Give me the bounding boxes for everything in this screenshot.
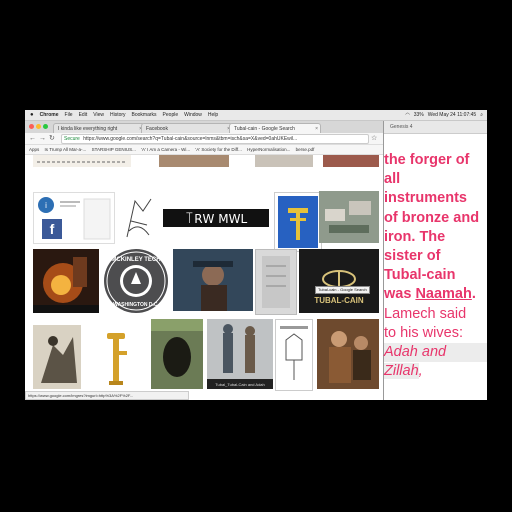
- result-image-warrior-still[interactable]: [173, 249, 253, 311]
- doc-lamech-line-2: to his wives:: [384, 324, 463, 341]
- close-window-button[interactable]: [29, 124, 34, 129]
- battery-level[interactable]: 33%: [414, 112, 424, 118]
- doc-line: the forger of: [384, 152, 470, 168]
- result-image-golden-key[interactable]: [91, 327, 141, 389]
- status-url-bar: https://www.google.com/imgres?imgurl=htt…: [25, 391, 189, 400]
- result-image-blue-box[interactable]: [275, 193, 321, 251]
- star-icon[interactable]: ☆: [371, 134, 377, 143]
- tubal-cain-logo-text: TUBAL-CAIN: [314, 296, 364, 305]
- svg-text:MCKINLEY TECH: MCKINLEY TECH: [111, 257, 160, 263]
- doc-line: Tubal-cain: [384, 267, 456, 284]
- image-results-grid: i f ꓄ꓣꓪ ꓟꓪꓡ MCKINLEY TECH WASHINGTON D.C…: [25, 155, 383, 393]
- tab-1-label: I kinda like everything right: [58, 126, 118, 132]
- back-arrow-icon[interactable]: ←: [29, 134, 36, 143]
- chrome-window: I kinda like everything right× Facebook×…: [25, 121, 384, 400]
- menu-people[interactable]: People: [163, 112, 179, 118]
- doc-lamech-line-1: Lamech said: [384, 305, 467, 322]
- navigation-bar: ← → ↻ Secure https://www.google.com/sear…: [25, 133, 383, 145]
- bookmark-society[interactable]: 'A' Society for the Diff...: [195, 147, 241, 152]
- result-image-stone-tablet[interactable]: [255, 249, 297, 315]
- menu-window[interactable]: Window: [184, 112, 202, 118]
- result-image-forge-top[interactable]: [159, 155, 229, 167]
- document-toolbar-label: Genesis 4: [390, 124, 413, 130]
- apple-icon[interactable]: ●: [30, 112, 34, 118]
- doc-adah: Adah and: [384, 343, 487, 363]
- menu-edit[interactable]: Edit: [79, 112, 88, 118]
- zoom-window-button[interactable]: [43, 124, 48, 129]
- result-image-mckinley-seal[interactable]: MCKINLEY TECH WASHINGTON D.C.: [103, 248, 169, 314]
- window-controls: [29, 124, 50, 129]
- mac-menubar: ● Chrome File Edit View History Bookmark…: [25, 110, 487, 121]
- tab-3-label: Tubal-cain - Google Search: [234, 126, 295, 132]
- bookmark-camera[interactable]: 'A' I Am a Camera - Wi...: [141, 147, 190, 152]
- doc-line: of bronze and: [384, 209, 480, 226]
- reload-icon[interactable]: ↻: [49, 134, 55, 143]
- wifi-icon[interactable]: ◠: [405, 112, 409, 118]
- menubar-status-area: ◠ 33% Wed May 24 11:07:45 ⌕: [401, 110, 483, 120]
- result-image-figures[interactable]: Tubal_Tubal-Cain and Adah: [207, 319, 273, 389]
- menu-help[interactable]: Help: [208, 112, 218, 118]
- menu-file[interactable]: File: [65, 112, 73, 118]
- result-image-engraving[interactable]: [33, 325, 81, 389]
- minimize-window-button[interactable]: [36, 124, 41, 129]
- address-url: https://www.google.com/search?q=Tubal-ca…: [83, 136, 298, 142]
- result-image-manuscript[interactable]: [33, 155, 131, 167]
- doc-line: all: [384, 171, 401, 188]
- document-window: Genesis 4 the forger of all instruments …: [384, 121, 487, 400]
- symbols-text: ꓄ꓣꓪ ꓟꓪꓡ: [185, 212, 248, 226]
- menu-history[interactable]: History: [110, 112, 126, 118]
- doc-line: sister of: [384, 248, 441, 265]
- result-image-painting-top[interactable]: [323, 155, 379, 167]
- address-bar[interactable]: Secure https://www.google.com/search?q=T…: [61, 134, 369, 144]
- document-text[interactable]: the forger of all instruments of bronze …: [384, 151, 487, 381]
- bookmark-hypernormalisation[interactable]: HyperNormalisation...: [247, 147, 290, 152]
- doc-word-was: was: [384, 286, 416, 303]
- result-image-facebook-page[interactable]: i f: [33, 192, 115, 244]
- doc-line: iron. The: [384, 228, 446, 245]
- result-image-sword-top[interactable]: [255, 155, 313, 167]
- bookmark-berse[interactable]: berse.pdf: [296, 147, 315, 152]
- document-toolbar: Genesis 4: [384, 121, 487, 134]
- result-image-aerial-site[interactable]: [319, 191, 379, 243]
- secure-lock-label: Secure: [64, 136, 80, 142]
- result-image-sketch[interactable]: [121, 191, 157, 243]
- bookmark-trump[interactable]: Is Trump All Mar-a-...: [45, 147, 87, 152]
- figures-caption: Tubal_Tubal-Cain and Adah: [215, 382, 265, 387]
- doc-zillah: Zillah: [384, 363, 419, 380]
- tooltip: Tubal-cain - Google Search: [315, 286, 370, 294]
- result-image-forge-painting[interactable]: [33, 249, 99, 313]
- bookmarks-bar: Apps Is Trump All Mar-a-... STARSHIP GEN…: [25, 145, 383, 155]
- bookmark-starship[interactable]: STARSHIP GENIUS...: [92, 147, 136, 152]
- result-image-symbols[interactable]: ꓄ꓣꓪ ꓟꓪꓡ: [163, 207, 269, 229]
- svg-text:i: i: [45, 201, 47, 210]
- svg-text:f: f: [50, 221, 55, 237]
- menu-view[interactable]: View: [93, 112, 104, 118]
- mac-screen: ● Chrome File Edit View History Bookmark…: [25, 110, 487, 400]
- menubar-clock[interactable]: Wed May 24 11:07:45: [428, 112, 476, 118]
- bookmark-apps[interactable]: Apps: [29, 147, 39, 152]
- doc-link-naamah[interactable]: Naamah: [415, 286, 471, 302]
- menu-bookmarks[interactable]: Bookmarks: [132, 112, 157, 118]
- tab-2-label: Facebook: [146, 126, 168, 132]
- menubar-app-name[interactable]: Chrome: [40, 112, 59, 118]
- doc-period: .: [471, 286, 476, 303]
- svg-text:WASHINGTON D.C.: WASHINGTON D.C.: [113, 302, 159, 308]
- result-image-biblical-painting[interactable]: [317, 319, 379, 389]
- doc-line: instruments: [384, 190, 467, 207]
- result-image-diagram[interactable]: [275, 319, 313, 391]
- result-image-tubal-cain-logo[interactable]: TUBAL-CAIN: [299, 249, 379, 313]
- spotlight-icon[interactable]: ⌕: [480, 112, 483, 118]
- result-image-cave[interactable]: [151, 319, 203, 389]
- doc-comma: ,: [418, 363, 423, 380]
- forward-arrow-icon[interactable]: →: [39, 134, 46, 143]
- tab-strip: I kinda like everything right× Facebook×…: [25, 121, 383, 134]
